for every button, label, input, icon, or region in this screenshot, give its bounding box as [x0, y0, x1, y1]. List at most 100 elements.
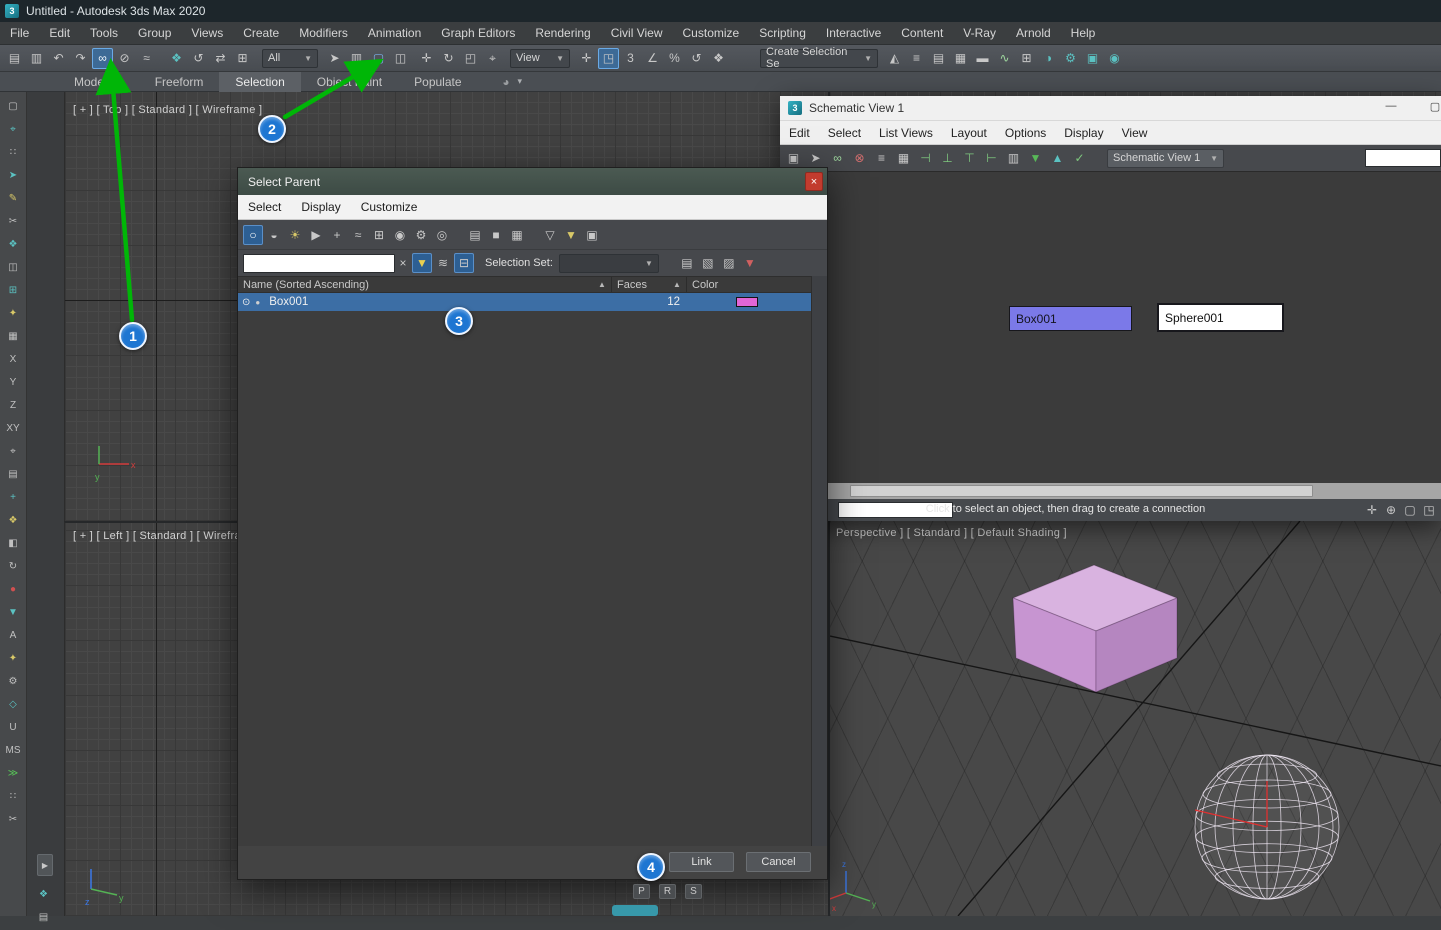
edit-set-icon[interactable]: ▤	[677, 253, 697, 273]
material-editor-icon[interactable]: ◑	[1038, 48, 1059, 69]
dock-icon-2[interactable]: ▤	[33, 907, 54, 927]
grid-view-icon[interactable]: ▦	[893, 148, 914, 169]
node-sphere001[interactable]: Sphere001	[1157, 303, 1284, 332]
selection-set-dropdown[interactable]: ▼	[559, 254, 659, 273]
ribbon-tab[interactable]: Freeform	[139, 72, 220, 92]
align-left-icon[interactable]: ⊣	[915, 148, 936, 169]
select-place-icon[interactable]: ◳	[598, 48, 619, 69]
display-spacewarps-icon[interactable]: ≈	[348, 225, 368, 245]
tool-icon[interactable]: +	[3, 487, 24, 507]
tool-icon[interactable]: ⌖	[3, 441, 24, 461]
menu-item[interactable]: Interactive	[816, 22, 891, 44]
display-all-icon[interactable]: ○	[243, 225, 263, 245]
toggle-icon-2[interactable]: ↺	[188, 48, 209, 69]
viewport-label[interactable]: [ + ] [ Left ] [ Standard ] [ Wireframe …	[73, 530, 264, 542]
display-frozen-icon[interactable]: ◎	[432, 225, 452, 245]
menu-item[interactable]: Views	[181, 22, 233, 44]
zoom-icon[interactable]: ⊕	[1382, 501, 1400, 519]
column-header-name[interactable]: Name (Sorted Ascending)	[238, 279, 369, 291]
position-button[interactable]: P	[633, 884, 650, 899]
zoom-extents-icon[interactable]: ◳	[1420, 501, 1438, 519]
pivot-icon[interactable]: ⌖	[482, 48, 503, 69]
menu-item[interactable]: Display	[1055, 121, 1112, 144]
toggle-icon-4[interactable]: ⊞	[232, 48, 253, 69]
menu-item[interactable]: Edit	[39, 22, 80, 44]
ribbon-config-icon[interactable]: ◕	[496, 71, 517, 92]
tool-icon[interactable]: ✎	[3, 188, 24, 208]
select-by-name-icon[interactable]: ▥	[346, 48, 367, 69]
move-gizmo-icon[interactable]: ✛	[576, 48, 597, 69]
column-header-faces[interactable]: Faces	[617, 279, 647, 291]
ribbon-tab[interactable]: Selection	[219, 72, 300, 92]
menu-item[interactable]: File	[0, 22, 39, 44]
scale-button[interactable]: S	[685, 884, 702, 899]
menu-item[interactable]: Customize	[673, 22, 750, 44]
dock-icon-1[interactable]: ❖	[33, 884, 54, 904]
viewport-perspective[interactable]: z y x Perspective ] [ Standard ] [ Defau…	[830, 521, 1441, 916]
grow-icon[interactable]: ▲	[1047, 148, 1068, 169]
menu-item[interactable]: View	[1113, 121, 1157, 144]
filter-icon[interactable]: ▽	[540, 225, 560, 245]
tool-icon[interactable]: ✂	[3, 211, 24, 231]
tool-icon[interactable]: ⚙	[3, 671, 24, 691]
list-row-box001[interactable]: ⊙ ● Box001 12	[238, 293, 811, 311]
tool-icon[interactable]: ⊞	[3, 280, 24, 300]
name-filter-icon[interactable]: ▼	[412, 253, 432, 273]
percent-snap-icon[interactable]: %	[664, 48, 685, 69]
menu-item[interactable]: Animation	[358, 22, 431, 44]
toggle-layer-explorer-icon[interactable]: ▦	[950, 48, 971, 69]
menu-item[interactable]: Modifiers	[289, 22, 358, 44]
detail-layout-icon[interactable]: ▦	[507, 225, 527, 245]
tool-icon[interactable]: ▼	[3, 602, 24, 622]
preferences-toggle-icon[interactable]: ✓	[1069, 148, 1090, 169]
menu-item[interactable]: Content	[891, 22, 953, 44]
ribbon-tab[interactable]: Modeling	[58, 72, 139, 92]
visibility-eye-icon[interactable]: ⊙	[242, 297, 250, 308]
restrict-x-icon[interactable]: X	[3, 349, 24, 369]
render-production-icon[interactable]: ◉	[1104, 48, 1125, 69]
menu-item[interactable]: Graph Editors	[431, 22, 525, 44]
named-selection-icon[interactable]: ❖	[708, 48, 729, 69]
tool-icon[interactable]: ▤	[3, 464, 24, 484]
display-geometry-icon[interactable]: ◒	[264, 225, 284, 245]
menu-item[interactable]: Help	[1061, 22, 1106, 44]
menu-item[interactable]: Select	[819, 121, 870, 144]
render-setup-icon[interactable]: ⚙	[1060, 48, 1081, 69]
unlink-selection-icon[interactable]: ⊘	[114, 48, 135, 69]
menu-item[interactable]: Arnold	[1006, 22, 1061, 44]
schematic-view-icon[interactable]: ⊞	[1016, 48, 1037, 69]
tool-icon[interactable]: ◫	[3, 257, 24, 277]
custom-filter-icon[interactable]: ▼	[740, 253, 760, 273]
tool-icon[interactable]: ◧	[3, 533, 24, 553]
menu-item[interactable]: Layout	[942, 121, 996, 144]
restrict-z-icon[interactable]: Z	[3, 395, 24, 415]
connect-tool-icon[interactable]: ∞	[827, 148, 848, 169]
viewport-label[interactable]: Perspective ] [ Standard ] [ Default Sha…	[836, 527, 1067, 539]
expand-panel-button[interactable]: ▶	[37, 854, 53, 876]
hierarchy-mode-icon[interactable]: ≋	[433, 253, 453, 273]
node-box001[interactable]: Box001	[1009, 306, 1132, 331]
curve-editor-icon[interactable]: ∿	[994, 48, 1015, 69]
object-color-swatch[interactable]	[736, 297, 758, 307]
tool-icon[interactable]: ≫	[3, 763, 24, 783]
object-list[interactable]: ⊙ ● Box001 12	[238, 293, 811, 846]
tool-icon[interactable]: ✂	[3, 809, 24, 829]
menu-item[interactable]: Scripting	[749, 22, 816, 44]
list-scrollbar-gutter[interactable]	[811, 276, 827, 846]
tool-icon[interactable]: ⌖	[3, 119, 24, 139]
angle-snap-icon[interactable]: ∠	[642, 48, 663, 69]
chevron-down-icon[interactable]: ▾	[518, 76, 523, 87]
viewport-label[interactable]: [ + ] [ Top ] [ Standard ] [ Wireframe ]	[73, 104, 262, 116]
display-xrefs-icon[interactable]: ◉	[390, 225, 410, 245]
schematic-canvas[interactable]: Box001 Sphere001	[780, 171, 1441, 483]
tool-icon[interactable]: ●	[3, 579, 24, 599]
scrollbar-thumb[interactable]	[850, 485, 1313, 497]
rectangular-selection-icon[interactable]: ▢	[368, 48, 389, 69]
select-scale-icon[interactable]: ◰	[460, 48, 481, 69]
menu-item[interactable]: Group	[128, 22, 181, 44]
minimize-button[interactable]: —	[1381, 100, 1401, 112]
dialog-title-bar[interactable]: Select Parent ×	[238, 168, 827, 195]
maximize-button[interactable]: ▢	[1425, 100, 1441, 113]
toggle-icon-1[interactable]: ❖	[166, 48, 187, 69]
compact-layout-icon[interactable]: ■	[486, 225, 506, 245]
